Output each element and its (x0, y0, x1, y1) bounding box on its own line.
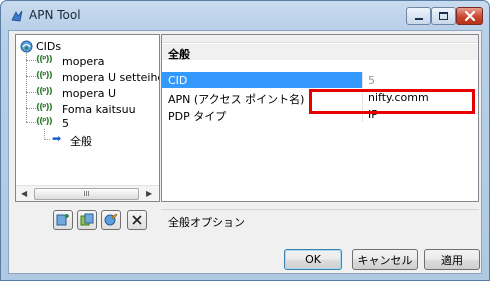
cid-tree[interactable]: CIDs ((ᵖ)) mopera ((ᵖ)) mopera U setteih… (15, 34, 160, 202)
signal-icon: ((ᵖ)) (36, 71, 53, 81)
tree-connector (26, 108, 36, 109)
add-cid-button[interactable] (53, 210, 73, 230)
scroll-right-icon[interactable]: ▶ (146, 189, 152, 198)
maximize-button[interactable] (431, 7, 456, 25)
add-antenna-icon (56, 214, 69, 226)
signal-icon: ((ᵖ)) (36, 117, 53, 127)
horizontal-scrollbar[interactable]: ◀ III ▶ (16, 185, 159, 201)
property-name: APN (アクセス ポイント名) (168, 93, 305, 106)
apply-button[interactable]: 適用 (424, 249, 480, 270)
tree-item-label: mopera (62, 55, 105, 68)
tree-item-label: 全般 (70, 135, 92, 148)
copy-antenna-icon (80, 213, 94, 226)
tree-item-label: mopera U (62, 87, 117, 100)
tree-connector (26, 92, 36, 93)
annotation-highlight-box (309, 89, 475, 114)
ok-button[interactable]: OK (284, 249, 342, 270)
signal-icon: ((ᵖ)) (36, 103, 53, 113)
minimize-button[interactable] (406, 7, 431, 25)
scroll-thumb[interactable]: III (34, 188, 139, 200)
minimize-icon (414, 18, 423, 20)
globe-edit-icon (104, 213, 118, 226)
scroll-left-icon[interactable]: ◀ (21, 189, 27, 198)
maximize-icon (439, 12, 448, 20)
tree-item-label: mopera U setteihenkou (62, 71, 159, 84)
arrow-right-icon: ➡ (52, 132, 62, 145)
tree-connector (26, 76, 36, 77)
cancel-button[interactable]: キャンセル (352, 249, 418, 270)
tree-connector (44, 139, 50, 140)
window-title: APN Tool (29, 8, 81, 22)
property-name: PDP タイプ (168, 110, 227, 123)
tree-root-label: CIDs (36, 40, 62, 53)
category-general[interactable]: 全般 (162, 44, 478, 61)
tree-connector (26, 60, 36, 61)
delete-cid-button[interactable] (127, 210, 147, 230)
property-value[interactable]: 5 (368, 74, 375, 87)
app-icon (11, 10, 23, 22)
close-icon (464, 11, 475, 21)
signal-icon: ((ᵖ)) (36, 87, 53, 97)
property-grid[interactable]: 全般 CID 5 APN (アクセス ポイント名) nifty.comm PDP… (161, 34, 479, 202)
property-name: CID (168, 74, 188, 87)
selected-name-cell (162, 72, 362, 88)
dialog-body: CIDs ((ᵖ)) mopera ((ᵖ)) mopera U setteih… (8, 30, 482, 274)
grid-header (162, 35, 478, 43)
edit-cid-button[interactable] (101, 210, 121, 230)
column-divider (362, 72, 363, 88)
delete-x-icon (132, 215, 142, 225)
copy-cid-button[interactable] (77, 210, 97, 230)
tree-connector (26, 122, 36, 123)
cids-folder-icon (20, 40, 33, 53)
description-pane: 全般オプション (161, 209, 479, 231)
property-row-cid[interactable]: CID 5 (162, 72, 478, 88)
category-label: 全般 (168, 48, 190, 61)
signal-icon: ((ᵖ)) (36, 55, 53, 65)
apn-tool-window: APN Tool CIDs ((ᵖ)) mopera ((ᵖ)) mopera … (0, 0, 490, 281)
tree-item-label: 5 (62, 117, 69, 130)
description-text: 全般オプション (168, 216, 245, 229)
title-bar[interactable]: APN Tool (1, 1, 489, 29)
close-button[interactable] (456, 7, 483, 25)
tree-item-label: Foma kaitsuu (62, 103, 136, 116)
